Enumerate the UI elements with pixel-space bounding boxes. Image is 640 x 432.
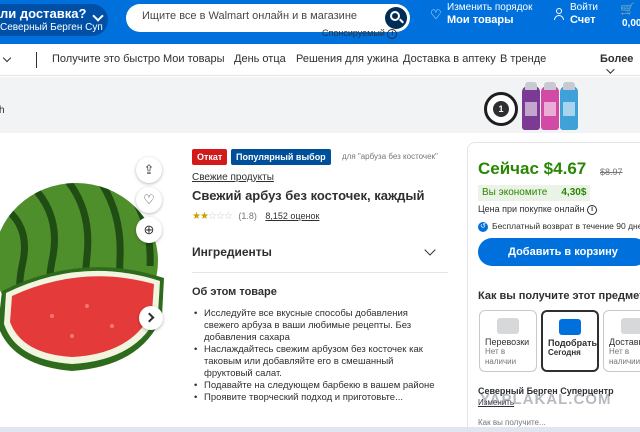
how-to-get-link[interactable]: Как вы получите... <box>478 418 546 427</box>
search-button[interactable] <box>385 7 407 29</box>
number-one-badge-icon: 1 <box>484 92 518 126</box>
rating-row: ★★☆☆☆ (1.8) 8,152 оценок <box>192 211 319 222</box>
add-to-cart-button[interactable]: Добавить в корзину <box>478 238 640 266</box>
savings-amount: 4,30$ <box>561 187 587 198</box>
rollback-tag: Откат <box>192 149 228 165</box>
option-name: Доставка <box>609 337 640 347</box>
option-status: Нет в наличии <box>609 347 640 366</box>
user-icon <box>554 8 564 20</box>
pickup-title: ли доставка? <box>0 6 87 21</box>
popular-pick-tag: Популярный выбор <box>231 149 331 165</box>
info-icon[interactable]: i <box>587 204 598 215</box>
option-status: Нет в наличии <box>485 347 517 366</box>
savings-label: Вы экономите <box>482 187 548 198</box>
option-name: Подобрать <box>548 338 598 348</box>
sponsored-label[interactable]: Спонсируемый i <box>322 28 398 39</box>
reorder-my-items[interactable]: ♡ Изменить порядок Мои товары <box>430 1 540 33</box>
popular-pick-context: для "арбуза без косточек" <box>342 152 438 161</box>
ingredients-label: Ингредиенты <box>192 245 272 259</box>
divider <box>192 272 448 273</box>
account-signin[interactable]: Войти Счет <box>554 1 604 33</box>
chevron-down-icon <box>424 244 436 256</box>
savings-badge: Вы экономите 4,30$ <box>478 185 591 201</box>
chevron-right-icon <box>144 312 155 323</box>
pickup-delivery-selector[interactable]: ли доставка? Северный Берген Суп <box>0 4 108 36</box>
current-price: Сейчас $4.67 <box>478 159 587 178</box>
car-icon <box>559 319 581 335</box>
reorder-label: Изменить порядок <box>447 2 533 13</box>
account-label: Счет <box>570 14 596 26</box>
chevron-down-icon <box>606 65 615 74</box>
nav-more-label: Более <box>600 53 634 65</box>
nav-item-pharmacy-delivery[interactable]: Доставка в аптеку <box>403 53 496 65</box>
free-returns: ↺ Бесплатный возврат в течение 90 дней <box>478 221 640 232</box>
share-icon: ⇪ <box>143 162 155 177</box>
about-item-heading: Об этом товаре <box>192 286 277 298</box>
ad-text-fragment: h <box>0 105 5 116</box>
truck-icon <box>497 318 519 334</box>
heart-icon: ♡ <box>430 7 442 22</box>
chevron-down-icon[interactable] <box>2 53 12 63</box>
reviews-link[interactable]: 8,152 оценок <box>265 211 319 221</box>
taskbar <box>0 427 640 432</box>
pickup-store: Северный Берген Суп <box>0 22 103 33</box>
online-price-note: Цена при покупке онлайн i <box>478 204 598 215</box>
product-title: Свежий арбуз без косточек, каждый <box>192 188 425 203</box>
cart-icon: 🛒 <box>620 2 635 16</box>
ingredients-accordion[interactable]: Ингредиенты <box>192 244 442 259</box>
fulfillment-heading: Как вы получите этот предмет? <box>478 290 640 302</box>
list-item: Проявите творческий подход и приготовьте… <box>192 392 442 404</box>
online-price-text: Цена при покупке онлайн <box>478 204 585 214</box>
list-item: Наслаждайтесь свежим арбузом без косточе… <box>192 344 442 380</box>
mouthwash-bottle-image <box>522 82 540 130</box>
nav-item-trending[interactable]: В тренде <box>500 53 546 65</box>
my-items-label: Мои товары <box>447 14 514 26</box>
return-icon: ↺ <box>478 221 488 232</box>
rating-value: (1.8) <box>238 211 257 221</box>
search-input[interactable] <box>142 10 372 22</box>
brand-link[interactable]: Свежие продукты <box>192 172 274 183</box>
nav-more-button[interactable]: Более <box>600 53 640 77</box>
cart-button[interactable]: 🛒 0,00 <box>614 0 640 34</box>
option-status: Сегодня <box>548 348 581 357</box>
zoom-button[interactable]: ⊕ <box>136 217 162 243</box>
fulfillment-option-shipping[interactable]: Перевозки Нет в наличии <box>479 310 537 372</box>
free-returns-text: Бесплатный возврат в течение 90 дней <box>492 221 640 231</box>
stars-filled: ★★ <box>192 211 209 222</box>
nav-item-dinner-solutions[interactable]: Решения для ужина <box>296 53 398 65</box>
favorite-button[interactable]: ♡ <box>136 187 162 213</box>
nav-item-get-it-fast[interactable]: Получите это быстро <box>52 53 160 65</box>
fulfillment-option-pickup[interactable]: Подобрать Сегодня <box>541 310 599 372</box>
was-price: $8.97 <box>600 167 623 177</box>
nav-item-my-items[interactable]: Мои товары <box>163 53 225 65</box>
signin-label: Войти <box>570 2 598 13</box>
info-icon: i <box>387 28 398 39</box>
sponsored-text: Спонсируемый <box>322 28 385 38</box>
top-header: ли доставка? Северный Берген Суп ♡ Измен… <box>0 0 640 44</box>
about-bullets: Исследуйте все вкусные способы добавлени… <box>192 308 442 404</box>
store-icon <box>621 318 640 334</box>
zoom-in-icon: ⊕ <box>143 222 155 237</box>
next-image-button[interactable] <box>139 306 163 330</box>
nav-divider <box>36 52 37 68</box>
mouthwash-bottle-image <box>560 82 578 130</box>
badge-number: 1 <box>493 101 509 117</box>
heart-icon: ♡ <box>143 192 155 207</box>
stars-empty: ☆☆☆ <box>207 211 233 222</box>
page: ли доставка? Северный Берген Суп ♡ Измен… <box>0 0 640 432</box>
cart-amount: 0,00 <box>622 18 640 29</box>
mouthwash-bottle-image <box>541 82 559 130</box>
share-button[interactable]: ⇪ <box>136 157 162 183</box>
fulfillment-option-delivery[interactable]: Доставка Нет в наличии <box>603 310 640 372</box>
nav-item-fathers-day[interactable]: День отца <box>234 53 286 65</box>
list-item: Подавайте на следующем барбекю в вашем р… <box>192 380 442 392</box>
list-item: Исследуйте все вкусные способы добавлени… <box>192 308 442 344</box>
option-name: Перевозки <box>485 337 530 347</box>
star-rating-icon: ★★☆☆☆ <box>192 211 233 222</box>
department-nav: Получите это быстро Мои товары День отца… <box>0 44 640 76</box>
watermark: YAPLAKAL.COM <box>480 391 612 408</box>
